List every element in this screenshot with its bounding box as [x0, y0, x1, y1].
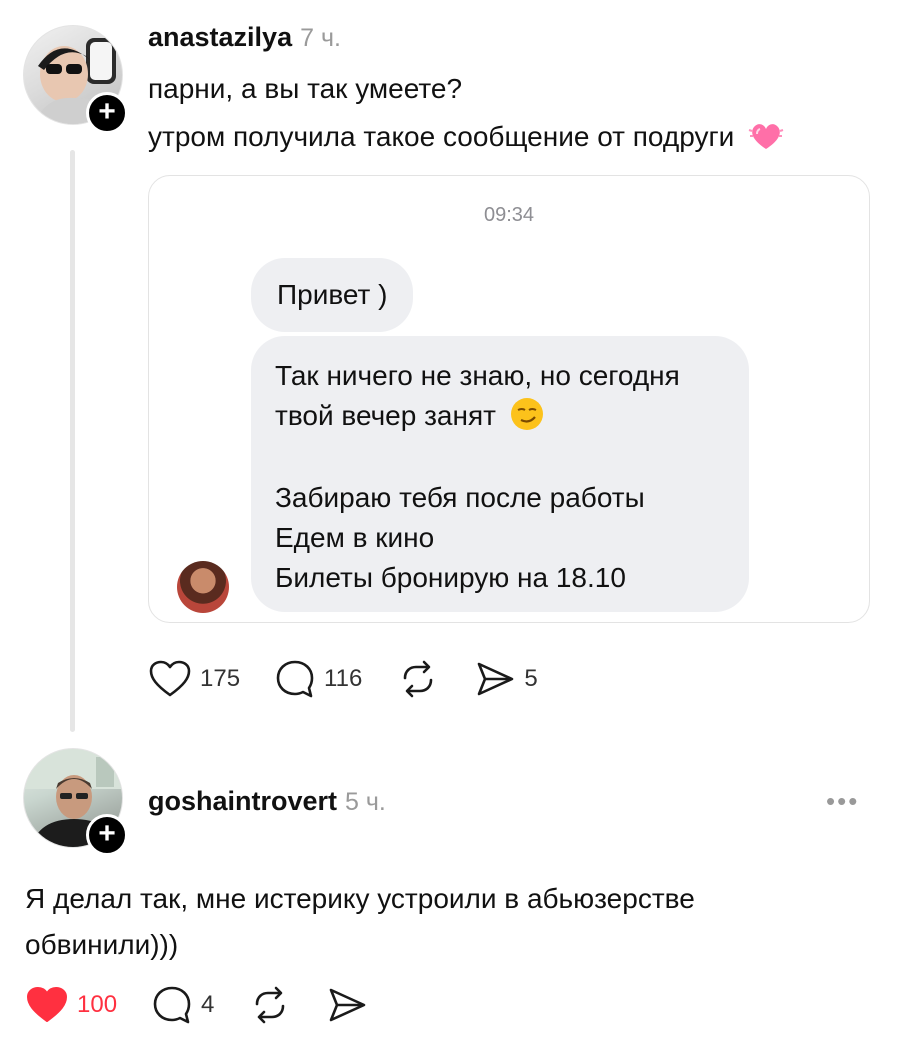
heart-icon: [149, 660, 191, 697]
reply-text-line1: Я делал так, мне истерику устроили в абь…: [25, 883, 695, 914]
more-options-icon[interactable]: •••: [826, 786, 859, 817]
chat-line-with-emoji: твой вечер занят: [275, 396, 725, 436]
repost-button[interactable]: [396, 658, 440, 700]
comment-bubble-icon: [276, 660, 314, 698]
send-icon: [330, 988, 366, 1022]
comment-bubble-icon: [153, 986, 191, 1024]
post-text-line2: утром получила такое сообщение от подруг…: [148, 120, 784, 154]
reply-username[interactable]: goshaintrovert: [148, 786, 337, 816]
post-actions: 175 116 5: [148, 658, 572, 700]
chat-time: 09:34: [483, 204, 535, 226]
reply-like-count: 100: [77, 991, 118, 1018]
reply-comment-count: 4: [201, 991, 215, 1018]
thread-line: [70, 150, 75, 732]
post-text-line2-text: утром получила такое сообщение от подруг…: [148, 121, 735, 152]
share-count: 5: [524, 665, 538, 692]
attached-image-card[interactable]: 09:34 Привет ) Так ничего не знаю, но се…: [148, 175, 870, 623]
post-text-line1: парни, а вы так умеете?: [148, 73, 463, 104]
pink-heart-emoji-icon: [748, 124, 784, 149]
reply-text: Я делал так, мне истерику устроили в абь…: [25, 876, 695, 968]
reply-time: 5 ч.: [345, 788, 386, 816]
send-icon: [478, 662, 514, 696]
chat-gap: [275, 436, 725, 478]
reply-comment-button[interactable]: 4: [151, 984, 214, 1026]
repost-icon: [256, 986, 285, 1024]
chat-line: Так ничего не знаю, но сегодня: [275, 360, 680, 391]
post-time: 7 ч.: [300, 24, 341, 52]
repost-icon: [404, 660, 433, 698]
chat-line: твой вечер занят: [275, 400, 496, 431]
chat-line: Билеты бронирую на 18.10: [275, 562, 626, 593]
reply-share-button[interactable]: [326, 985, 368, 1025]
chat-line: Едем в кино: [275, 522, 435, 553]
smirk-emoji-icon: [510, 398, 543, 430]
heart-filled-icon: [27, 987, 67, 1022]
share-button[interactable]: 5: [474, 659, 538, 699]
like-button[interactable]: 175: [148, 659, 240, 699]
follow-plus-icon[interactable]: +: [86, 92, 128, 134]
reply-like-button[interactable]: 100: [25, 985, 117, 1025]
reply-header: goshaintrovert 5 ч.: [148, 786, 386, 817]
post-header: anastazilya 7 ч.: [148, 22, 341, 53]
chat-bubble-greeting: Привет ): [251, 258, 414, 332]
comment-button[interactable]: 116: [274, 658, 362, 700]
username[interactable]: anastazilya: [148, 22, 292, 52]
chat-sender-avatar: [177, 561, 229, 613]
like-count: 175: [200, 665, 241, 692]
chat-line: Забираю тебя после работы: [275, 482, 645, 513]
reply-actions: 100 4: [25, 984, 402, 1026]
reply-repost-button[interactable]: [248, 984, 292, 1026]
comment-count: 116: [324, 665, 363, 692]
chat-bubble-message: Так ничего не знаю, но сегодня твой вече…: [251, 336, 749, 612]
follow-plus-icon[interactable]: +: [86, 814, 128, 856]
reply-text-line2: обвинили))): [25, 929, 179, 960]
